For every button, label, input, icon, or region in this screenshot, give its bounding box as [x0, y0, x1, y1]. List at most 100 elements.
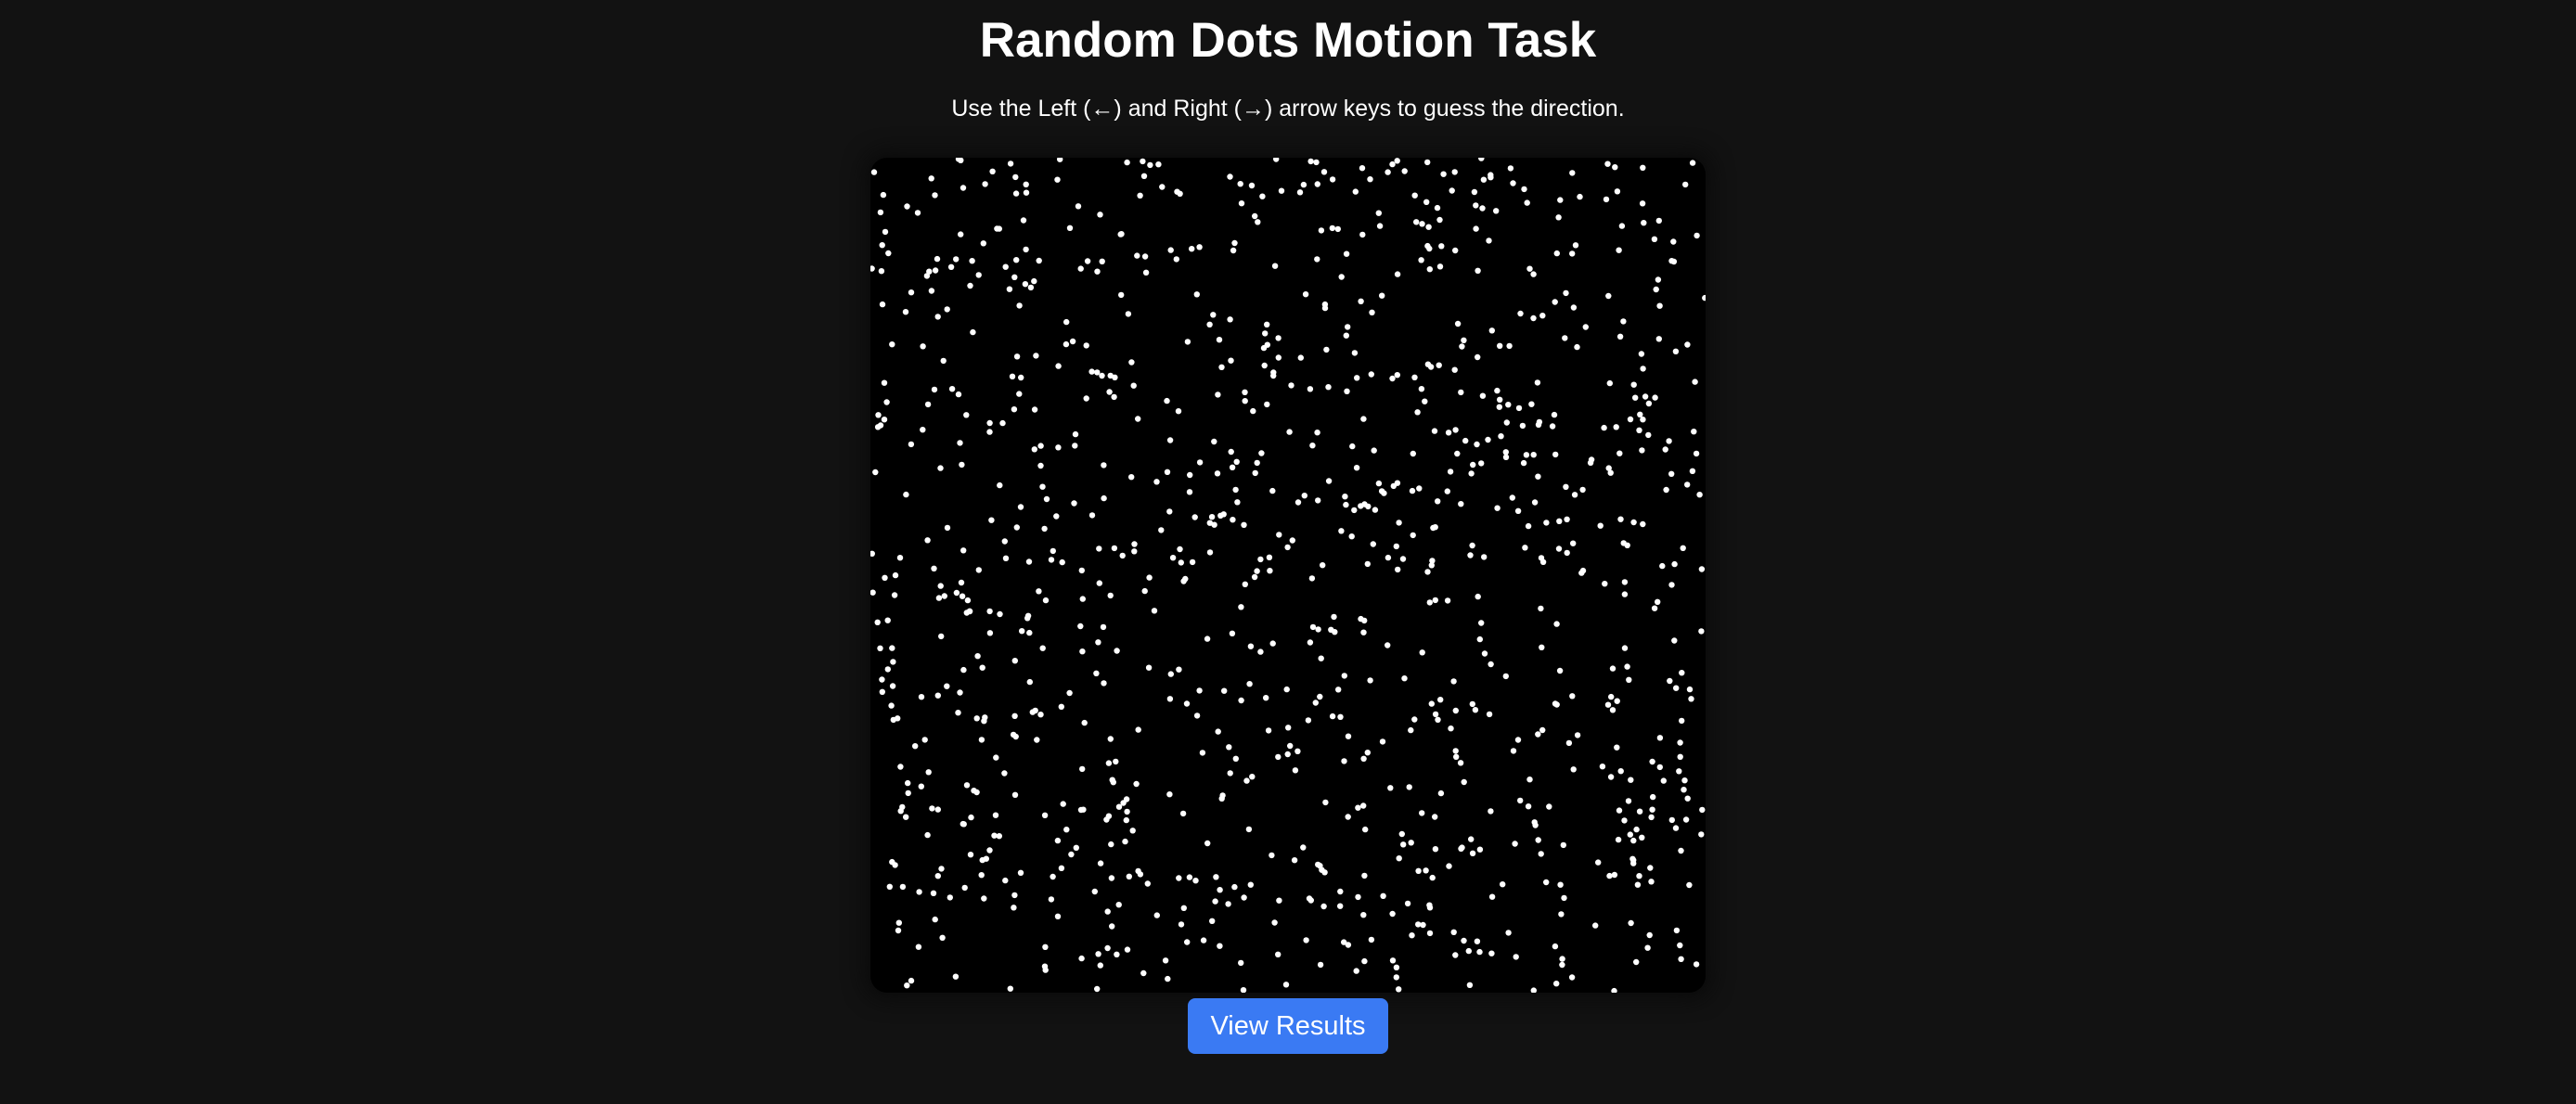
- motion-dot: [1367, 677, 1373, 684]
- motion-dot: [1066, 225, 1074, 231]
- motion-dot: [1024, 612, 1032, 619]
- motion-dot: [1637, 411, 1643, 417]
- motion-dot: [1676, 768, 1682, 775]
- motion-dot: [1055, 444, 1062, 451]
- motion-dot: [1625, 798, 1632, 804]
- motion-dot: [1503, 419, 1510, 426]
- motion-dot: [1389, 910, 1396, 918]
- motion-dot: [881, 379, 888, 386]
- motion-dot: [1320, 169, 1328, 175]
- motion-dot: [1294, 748, 1301, 754]
- motion-dot: [1345, 733, 1352, 739]
- motion-dot: [1621, 579, 1629, 585]
- motion-dot: [1359, 231, 1366, 238]
- motion-dot: [1458, 389, 1464, 396]
- motion-dot: [1372, 507, 1379, 513]
- motion-dot: [1025, 558, 1033, 565]
- motion-dot: [1667, 677, 1673, 685]
- motion-dot: [1292, 767, 1299, 774]
- motion-dot: [1543, 520, 1550, 526]
- motion-dot: [1284, 751, 1291, 758]
- motion-dot: [963, 782, 971, 789]
- motion-dot: [1140, 969, 1147, 977]
- motion-dot: [1393, 543, 1399, 550]
- motion-dot: [982, 714, 988, 721]
- motion-dot: [1476, 948, 1483, 956]
- motion-dot: [924, 537, 931, 544]
- motion-dot: [1486, 237, 1492, 244]
- motion-dot: [1640, 520, 1646, 528]
- motion-dot: [1175, 408, 1182, 415]
- motion-dot: [897, 808, 904, 815]
- motion-dot: [1227, 316, 1233, 323]
- motion-dot: [1343, 250, 1350, 257]
- motion-dot: [1077, 265, 1084, 272]
- motion-dot: [1166, 437, 1174, 443]
- motion-dot: [1636, 427, 1642, 433]
- motion-dot: [1305, 717, 1312, 724]
- motion-dot: [952, 973, 960, 980]
- motion-dot: [1698, 566, 1706, 572]
- view-results-button[interactable]: View Results: [1188, 998, 1388, 1054]
- motion-dot: [1011, 892, 1018, 899]
- motion-dot: [1080, 806, 1087, 813]
- motion-dot: [1630, 837, 1637, 844]
- motion-dot: [1615, 836, 1622, 843]
- motion-dot: [1538, 851, 1544, 857]
- motion-dot: [1650, 793, 1656, 801]
- motion-dot: [895, 919, 902, 926]
- motion-dot: [1196, 687, 1203, 694]
- motion-dot: [1095, 639, 1101, 646]
- motion-dot: [1422, 398, 1428, 404]
- motion-dot: [1109, 923, 1115, 930]
- motion-dot: [1288, 382, 1294, 389]
- motion-dot: [1677, 739, 1683, 746]
- motion-dot: [988, 517, 995, 523]
- motion-dot: [1630, 519, 1637, 526]
- motion-dot: [1505, 930, 1512, 936]
- motion-dot: [978, 872, 985, 879]
- motion-dot: [1118, 291, 1125, 299]
- motion-dot: [1530, 987, 1537, 993]
- motion-dot: [1461, 337, 1467, 343]
- motion-dot: [1017, 869, 1024, 876]
- motion-dot: [1629, 855, 1636, 862]
- motion-dot: [1379, 292, 1385, 299]
- motion-dot: [1135, 416, 1141, 422]
- motion-dot: [902, 309, 909, 315]
- motion-dot: [1556, 518, 1563, 524]
- motion-dot: [1238, 604, 1244, 610]
- motion-dot: [1137, 192, 1143, 199]
- motion-dot: [1242, 581, 1248, 587]
- motion-dot: [1389, 957, 1397, 964]
- motion-dot: [1033, 353, 1039, 359]
- motion-dot: [1394, 480, 1401, 486]
- motion-dot: [1616, 450, 1623, 456]
- motion-dot: [1226, 744, 1232, 751]
- motion-dot: [1230, 517, 1236, 523]
- motion-dot: [1401, 168, 1408, 174]
- motion-dot: [1111, 393, 1117, 401]
- motion-dot: [1571, 492, 1578, 498]
- motion-dot: [1364, 750, 1371, 756]
- motion-dot: [1237, 181, 1243, 187]
- motion-dot: [1345, 942, 1352, 948]
- motion-dot: [1011, 905, 1017, 911]
- motion-dot: [1517, 797, 1524, 804]
- motion-dot: [1686, 686, 1694, 693]
- motion-dot: [1353, 968, 1359, 974]
- motion-dot: [925, 769, 932, 776]
- motion-dot: [1088, 512, 1096, 519]
- motion-dot: [1164, 397, 1170, 404]
- motion-dot: [1558, 911, 1565, 918]
- motion-dot: [1218, 364, 1225, 370]
- motion-dot: [1096, 546, 1102, 552]
- motion-dot: [1481, 650, 1488, 657]
- motion-dot: [1215, 392, 1221, 398]
- motion-dot: [992, 812, 999, 818]
- motion-dot: [928, 175, 934, 182]
- motion-dot: [1430, 524, 1436, 532]
- motion-dot: [1039, 645, 1046, 651]
- motion-dot: [1345, 324, 1351, 330]
- motion-dot: [1689, 160, 1696, 166]
